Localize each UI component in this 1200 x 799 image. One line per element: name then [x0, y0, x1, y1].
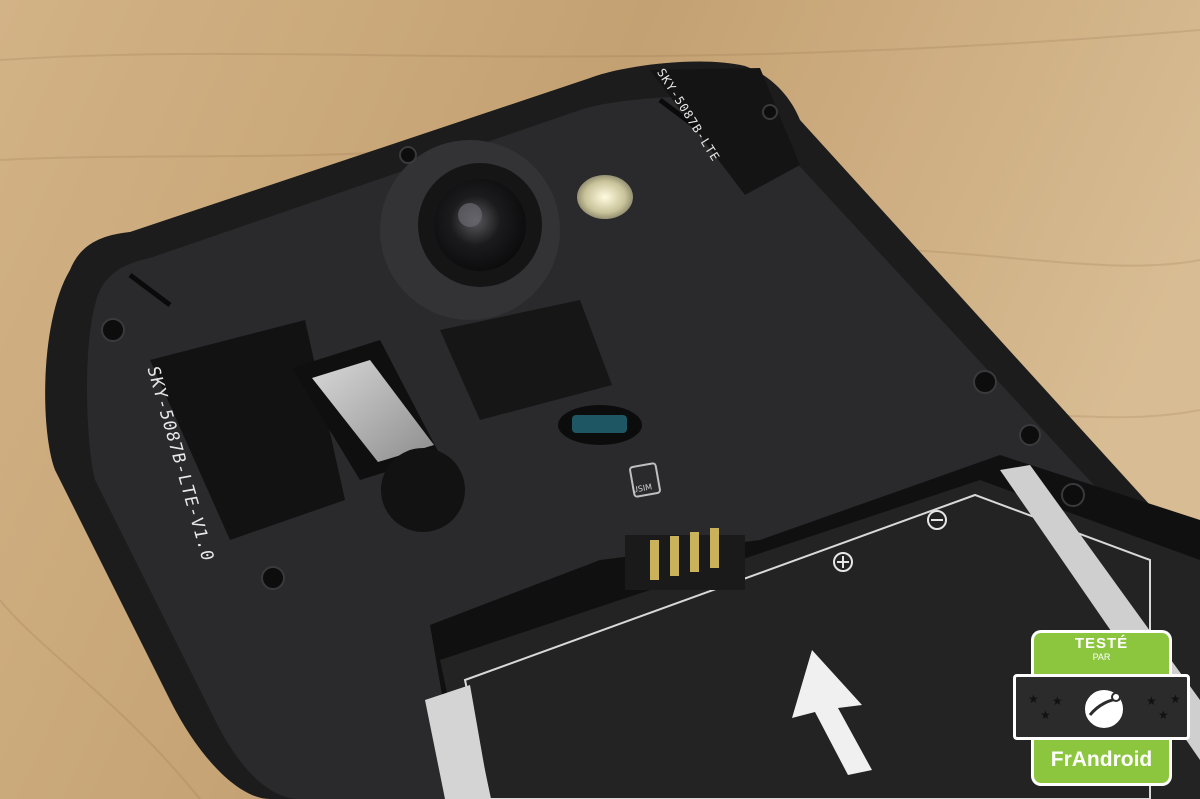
flash-led — [577, 175, 633, 219]
badge-bottom: FrAndroid — [1031, 740, 1172, 786]
badge-brand-text: FrAndroid — [1050, 748, 1153, 771]
badge-par-text: PAR — [1092, 652, 1111, 662]
star-icon: ★ — [1052, 694, 1063, 708]
battery-contacts — [625, 528, 745, 590]
circuit-board — [572, 415, 627, 433]
badge-mid: ★ ★ ★ ★ ★ ★ — [1013, 674, 1190, 740]
star-icon: ★ — [1040, 708, 1051, 722]
badge-teste-text: TESTÉ — [1074, 635, 1129, 652]
star-icon: ★ — [1158, 708, 1169, 722]
star-icon: ★ — [1170, 692, 1181, 706]
android-logo-icon — [1083, 688, 1125, 730]
badge-top: TESTÉ PAR — [1031, 630, 1172, 674]
star-icon: ★ — [1028, 692, 1039, 706]
slot-cutout — [381, 448, 465, 532]
teste-par-frandroid-badge: TESTÉ PAR ★ ★ ★ ★ ★ ★ FrAndroid — [1013, 630, 1190, 790]
star-icon: ★ — [1146, 694, 1157, 708]
camera-lens — [434, 179, 526, 271]
